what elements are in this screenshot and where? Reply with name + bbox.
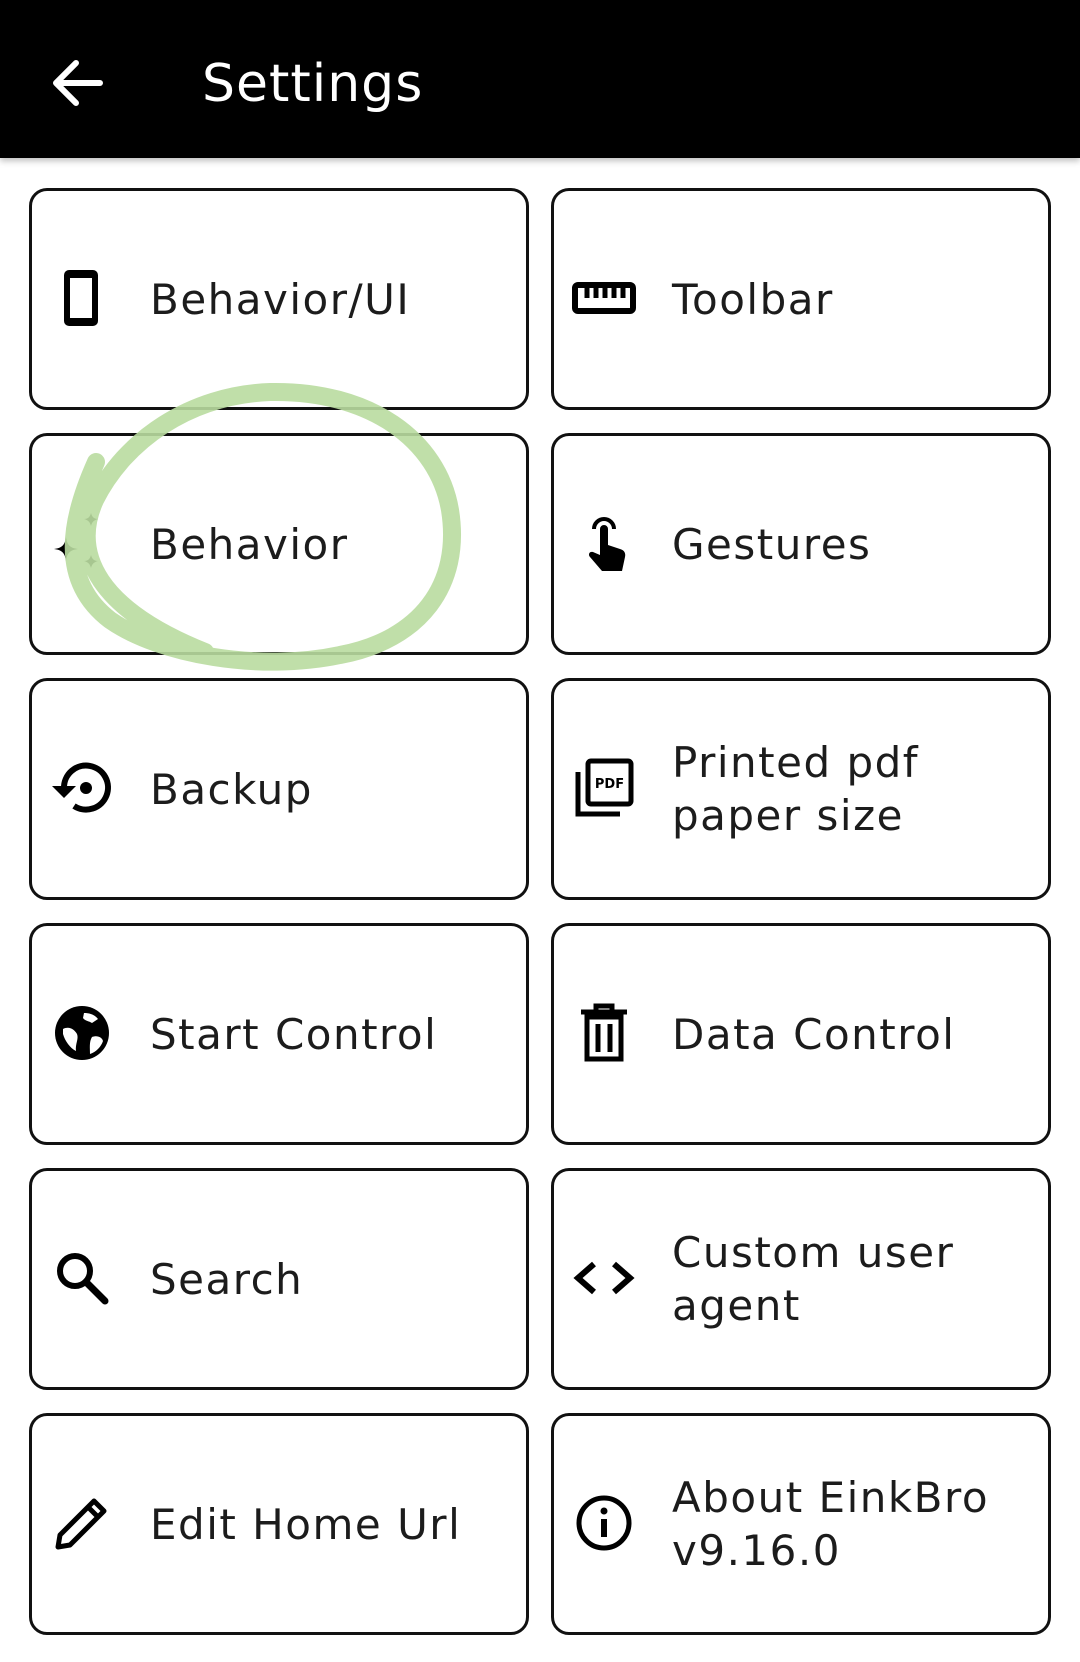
svg-text:PDF: PDF xyxy=(595,777,624,792)
globe-icon xyxy=(50,1001,114,1065)
restore-icon xyxy=(50,756,114,820)
menu-item-printed-pdf-paper-size[interactable]: PDF Printed pdf paper size xyxy=(551,678,1051,900)
phone-icon xyxy=(50,266,114,330)
menu-item-label: Printed pdf paper size xyxy=(672,738,920,840)
ruler-icon xyxy=(572,266,636,330)
code-icon xyxy=(572,1246,636,1310)
menu-item-behavior[interactable]: Behavior xyxy=(29,433,529,655)
menu-item-label: About EinkBro v9.16.0 xyxy=(672,1473,990,1575)
menu-item-custom-user-agent[interactable]: Custom user agent xyxy=(551,1168,1051,1390)
touch-icon xyxy=(572,511,636,575)
search-icon xyxy=(50,1246,114,1310)
menu-item-label: Start Control xyxy=(150,1009,438,1059)
menu-item-label: Gestures xyxy=(672,519,872,569)
settings-grid: Behavior/UI Toolbar Behavior Gestures Ba… xyxy=(0,0,1080,1662)
menu-item-edit-home-url[interactable]: Edit Home Url xyxy=(29,1413,529,1635)
menu-item-data-control[interactable]: Data Control xyxy=(551,923,1051,1145)
sparkle-icon xyxy=(50,511,114,575)
menu-item-label: Custom user agent xyxy=(672,1228,955,1330)
menu-item-label: Behavior xyxy=(150,519,349,569)
menu-item-label: Search xyxy=(150,1254,304,1304)
menu-item-search[interactable]: Search xyxy=(29,1168,529,1390)
pdf-icon: PDF xyxy=(572,756,636,820)
trash-icon xyxy=(572,1001,636,1065)
info-icon xyxy=(572,1491,636,1555)
menu-item-toolbar[interactable]: Toolbar xyxy=(551,188,1051,410)
menu-item-about[interactable]: About EinkBro v9.16.0 xyxy=(551,1413,1051,1635)
pencil-icon xyxy=(50,1491,114,1555)
menu-item-label: Data Control xyxy=(672,1009,956,1059)
menu-item-behavior-ui[interactable]: Behavior/UI xyxy=(29,188,529,410)
menu-item-label: Backup xyxy=(150,764,313,814)
menu-item-start-control[interactable]: Start Control xyxy=(29,923,529,1145)
menu-item-backup[interactable]: Backup xyxy=(29,678,529,900)
menu-item-label: Behavior/UI xyxy=(150,274,411,324)
menu-item-gestures[interactable]: Gestures xyxy=(551,433,1051,655)
menu-item-label: Toolbar xyxy=(672,274,834,324)
menu-item-label: Edit Home Url xyxy=(150,1499,462,1549)
